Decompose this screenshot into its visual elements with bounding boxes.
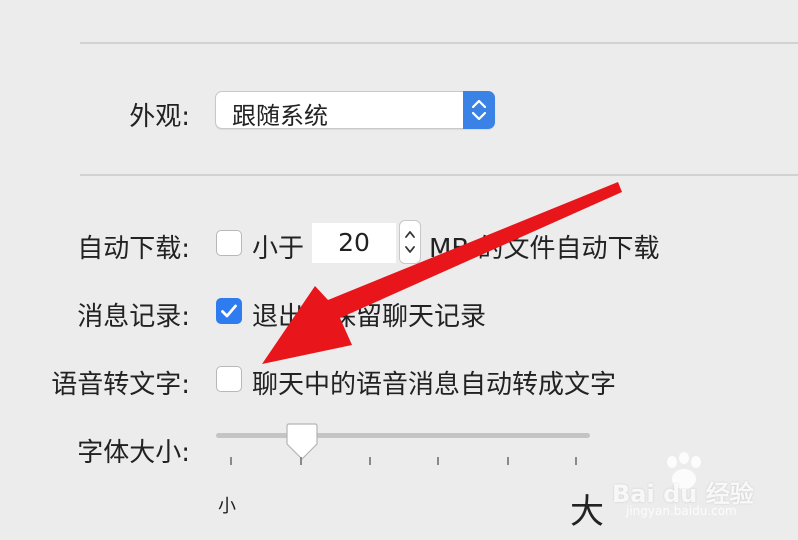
baidu-jingyan-watermark: Bai du 经验 jingyan.baidu.com	[612, 452, 792, 522]
watermark-url: jingyan.baidu.com	[626, 504, 737, 518]
